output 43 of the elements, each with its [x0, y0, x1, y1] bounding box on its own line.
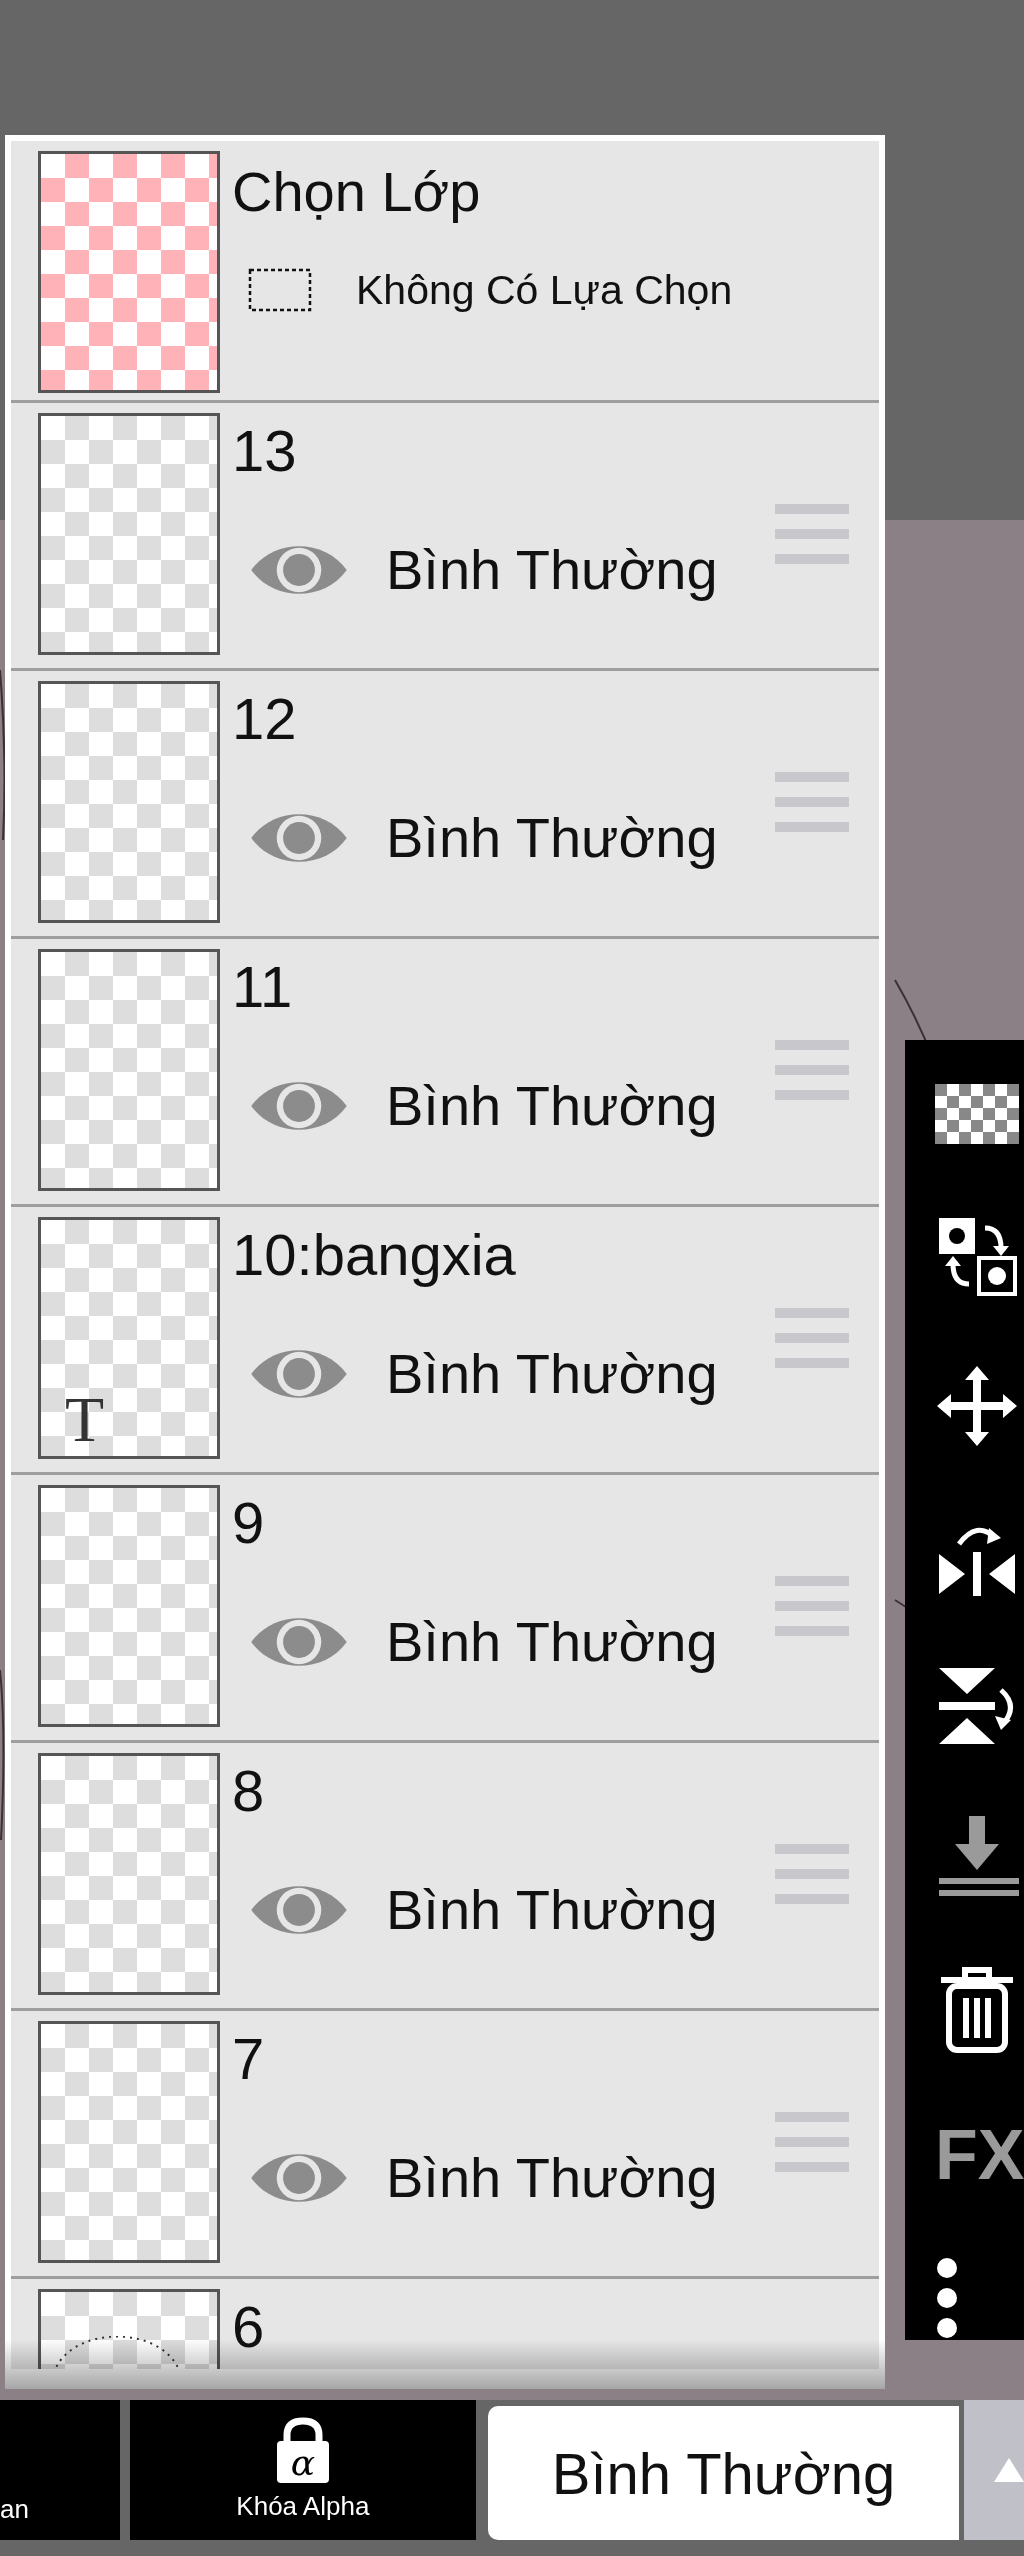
- layer-row[interactable]: 8 Bình Thường: [11, 1743, 879, 2008]
- layer-name: 12: [232, 687, 298, 751]
- selection-icon: [248, 268, 312, 313]
- drag-handle-icon[interactable]: [775, 1040, 849, 1100]
- drag-handle-icon[interactable]: [775, 772, 849, 832]
- layer-name: 8: [232, 1759, 266, 1823]
- drag-handle-icon[interactable]: [775, 1308, 849, 1368]
- layer-row[interactable]: 7 Bình Thường: [11, 2011, 879, 2276]
- clipping-button[interactable]: an: [0, 2398, 120, 2540]
- transparency-icon[interactable]: [935, 1084, 1019, 1144]
- layer-name: 13: [232, 419, 298, 483]
- blend-mode-label: Bình Thường: [386, 1609, 718, 1675]
- blend-mode-label: Bình Thường: [386, 1073, 718, 1139]
- drag-handle-icon[interactable]: [775, 2112, 849, 2172]
- layer-row[interactable]: T 10:bangxia Bình Thường: [11, 1207, 879, 1472]
- blend-mode-toggle-button[interactable]: [964, 2398, 1024, 2540]
- blend-mode-dropdown[interactable]: Bình Thường: [488, 2406, 959, 2540]
- selection-status: Không Có Lựa Chọn: [356, 266, 733, 314]
- layer-name: 7: [232, 2027, 266, 2091]
- drag-handle-icon[interactable]: [775, 1576, 849, 1636]
- drag-handle-icon[interactable]: [775, 1844, 849, 1904]
- layer-row[interactable]: 12 Bình Thường: [11, 671, 879, 936]
- blend-mode-label: Bình Thường: [386, 1341, 718, 1407]
- alpha-lock-button[interactable]: α Khóa Alpha: [129, 2398, 477, 2540]
- up-arrow-icon: [994, 2456, 1024, 2482]
- layer-name: 11: [232, 955, 294, 1019]
- layer-thumbnail[interactable]: [38, 151, 220, 393]
- layer-row[interactable]: 13 Bình Thường: [11, 403, 879, 668]
- blend-mode-label: Bình Thường: [386, 805, 718, 871]
- blend-mode-label: Bình Thường: [386, 1877, 718, 1943]
- blend-mode-label: Bình Thường: [386, 2145, 718, 2211]
- layer-name: 9: [232, 1491, 266, 1555]
- layer-row[interactable]: 6: [11, 2279, 879, 2369]
- layer-name: 10:bangxia: [232, 1223, 517, 1287]
- layer-name: 6: [232, 2295, 266, 2359]
- move-icon[interactable]: [935, 1364, 1019, 1448]
- blend-mode-label: Bình Thường: [386, 537, 718, 603]
- text-layer-label: T: [65, 1388, 105, 1452]
- layer-row[interactable]: 9 Bình Thường: [11, 1475, 879, 1740]
- layer-title: Chọn Lớp: [232, 161, 482, 223]
- drag-handle-icon[interactable]: [775, 504, 849, 564]
- more-options-icon[interactable]: [935, 2256, 959, 2340]
- layer-row[interactable]: 11 Bình Thường: [11, 939, 879, 1204]
